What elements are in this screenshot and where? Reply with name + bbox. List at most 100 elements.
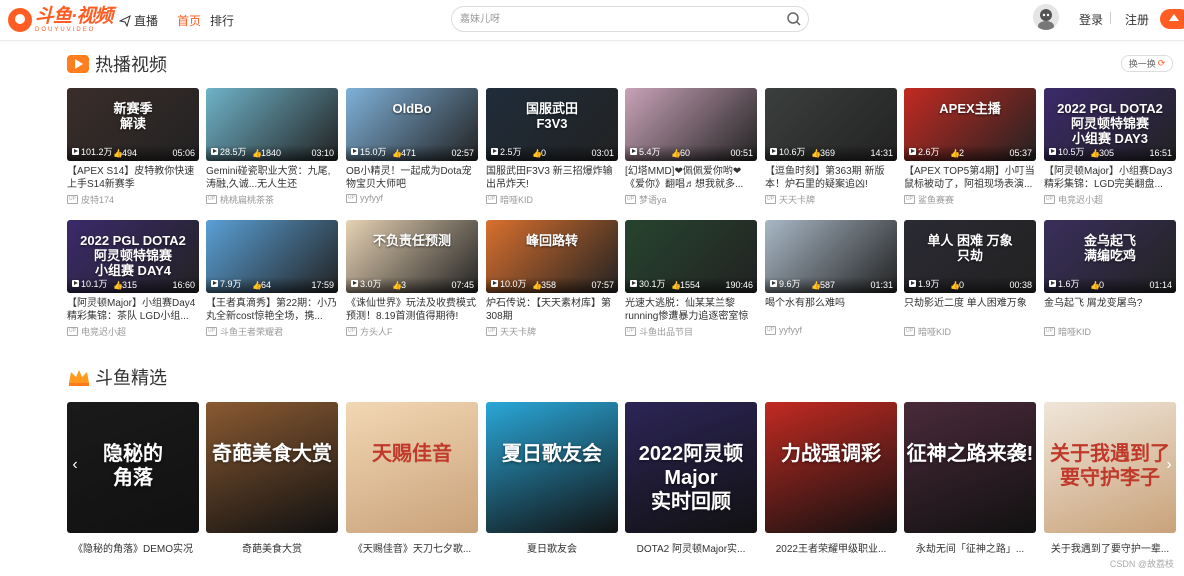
carousel-prev-arrow[interactable]: ‹ (68, 455, 82, 475)
video-author[interactable]: UP 鲨鱼赛赛 (904, 193, 1036, 206)
featured-card[interactable]: 关于我遇到了 要守护李子关于我遇到了要守护一辈... (1044, 402, 1176, 555)
user-avatar[interactable] (1033, 4, 1059, 30)
video-thumbnail[interactable]: 峰回路转 10.0万 👍 358 07:57 (486, 220, 618, 293)
featured-thumbnail[interactable]: 隐秘的 角落 (67, 402, 199, 533)
video-title[interactable]: 【王者真滴秀】第22期：小乃丸全新cost惊艳全场，携... (206, 297, 338, 323)
video-author[interactable]: UP 暗哑KID (1044, 325, 1176, 338)
video-card[interactable]: 5.4万 👍 60 00:51 [幻塔MMD]❤佩佩爱你哟❤《爱你》翻唱♬想我就多...… (625, 88, 757, 206)
featured-card[interactable]: 力战强调彩 2022王者荣耀甲级职业... (765, 402, 897, 555)
video-title[interactable]: 炉石传说：【天天素材库】第308期 (486, 297, 618, 323)
nav-home-link[interactable]: 首页 (177, 12, 201, 29)
video-author[interactable]: UP 斗鱼王者荣耀君 (206, 325, 338, 338)
featured-thumbnail[interactable]: 关于我遇到了 要守护李子 (1044, 402, 1176, 533)
video-thumbnail[interactable]: 7.9万 👍 64 17:59 (206, 220, 338, 293)
video-title[interactable]: 国服武田F3V3 新三招爆炸输出吊炸天! (486, 165, 618, 191)
video-thumbnail[interactable]: 28.5万 👍 1840 03:10 (206, 88, 338, 161)
video-title[interactable]: OB小精灵！一起成为Dota宠物宝贝大师吧 (346, 165, 478, 191)
video-title[interactable]: 【APEX S14】皮特教你快速上手S14新赛季 (67, 165, 199, 191)
video-title[interactable]: 【阿灵顿Major】小组赛Day4精彩集锦：茶队 LGD小组... (67, 297, 199, 323)
featured-title[interactable]: 《隐秘的角落》DEMO实况 (67, 540, 199, 555)
video-title[interactable]: 《诛仙世界》玩法及收费模式预测！8.19首测值得期待! (346, 297, 478, 323)
featured-card[interactable]: 奇葩美食大赏 奇葩美食大赏 (206, 402, 338, 555)
video-thumbnail[interactable]: 2022 PGL DOTA2 阿灵顿特锦赛 小组赛 DAY4 10.1万 👍 315 1… (67, 220, 199, 293)
video-author[interactable]: UP 电竞迟小超 (67, 325, 199, 338)
video-thumbnail[interactable]: 国服武田 F3V3 2.5万 👍 0 03:01 (486, 88, 618, 161)
video-thumbnail[interactable]: 9.6万 👍 587 01:31 (765, 220, 897, 293)
featured-title[interactable]: 《天赐佳音》天刀七夕歌... (346, 540, 478, 555)
featured-title[interactable]: 奇葩美食大赏 (206, 540, 338, 555)
video-author[interactable]: UP 桃桃扁桃茶茶 (206, 193, 338, 206)
video-thumbnail[interactable]: 单人 困难 万象 只劫 1.9万 👍 0 00:38 (904, 220, 1036, 293)
video-title[interactable]: [幻塔MMD]❤佩佩爱你哟❤《爱你》翻唱♬想我就多... (625, 165, 757, 191)
video-thumbnail[interactable]: 金乌起飞 满编吃鸡 1.6万 👍 0 01:14 (1044, 220, 1176, 293)
video-title[interactable]: 【阿灵顿Major】小组赛Day3精彩集锦：LGD完美翻盘... (1044, 165, 1176, 191)
featured-thumbnail[interactable]: 2022阿灵顿Major 实时回顾 (625, 402, 757, 533)
video-thumbnail[interactable]: 2022 PGL DOTA2 阿灵顿特锦赛 小组赛 DAY3 10.5万 👍 305 1… (1044, 88, 1176, 161)
featured-title[interactable]: 关于我遇到了要守护一辈... (1044, 540, 1176, 555)
video-card[interactable]: 金乌起飞 满编吃鸡 1.6万 👍 0 01:14 金乌起飞 屑龙变屠鸟? UP 暗哑KID (1044, 220, 1176, 338)
video-card[interactable]: 峰回路转 10.0万 👍 358 07:57 炉石传说：【天天素材库】第308期 UP 天天卡… (486, 220, 618, 338)
refresh-button[interactable]: 换一换 ⟳ (1121, 55, 1173, 72)
featured-title[interactable]: 2022王者荣耀甲级职业... (765, 540, 897, 555)
video-author[interactable]: UP 暗哑KID (904, 325, 1036, 338)
video-author[interactable]: UP 暗哑KID (486, 193, 618, 206)
video-card[interactable]: 9.6万 👍 587 01:31 喝个水有那么难吗 UP yyfyyf (765, 220, 897, 335)
video-card[interactable]: 7.9万 👍 64 17:59 【王者真滴秀】第22期：小乃丸全新cost惊艳全场，携.… (206, 220, 338, 338)
video-thumbnail[interactable]: 10.6万 👍 369 14:31 (765, 88, 897, 161)
video-card[interactable]: 28.5万 👍 1840 03:10 Gemini碰瓷职业大赏：九尾,涛融,久诚...无… (206, 88, 338, 206)
video-title[interactable]: 金乌起飞 屑龙变屠鸟? (1044, 297, 1176, 323)
video-author[interactable]: UP 皮特174 (67, 193, 199, 206)
video-title[interactable]: 喝个水有那么难吗 (765, 297, 897, 323)
video-author[interactable]: UP 梦语ya (625, 193, 757, 206)
video-card[interactable]: 单人 困难 万象 只劫 1.9万 👍 0 00:38 只劫影近二度 单人困难万象 UP 暗哑K… (904, 220, 1036, 338)
video-author[interactable]: UP 电竞迟小超 (1044, 193, 1176, 206)
video-card[interactable]: 不负责任预测 3.0万 👍 3 07:45 《诛仙世界》玩法及收费模式预测！8.19首测值… (346, 220, 478, 338)
video-author[interactable]: UP 斗鱼出品节目 (625, 325, 757, 338)
featured-thumbnail[interactable]: 力战强调彩 (765, 402, 897, 533)
search-input[interactable] (460, 10, 770, 28)
video-thumbnail[interactable]: 30.1万 👍 1554 190:46 (625, 220, 757, 293)
nav-live-link[interactable]: 直播 (119, 12, 158, 29)
search-icon[interactable] (786, 11, 802, 27)
register-link[interactable]: 注册 (1125, 11, 1149, 28)
featured-title[interactable]: 永劫无间「征神之路」... (904, 540, 1036, 555)
video-card[interactable]: 30.1万 👍 1554 190:46 光速大逃脱：仙某某兰黎running惨遭暴力追逐… (625, 220, 757, 338)
video-card[interactable]: 2022 PGL DOTA2 阿灵顿特锦赛 小组赛 DAY4 10.1万 👍 315 1… (67, 220, 199, 338)
login-link[interactable]: 登录 (1079, 11, 1103, 28)
featured-card[interactable]: 2022阿灵顿Major 实时回顾 DOTA2 阿灵顿Major实... (625, 402, 757, 555)
upload-button[interactable] (1160, 9, 1184, 29)
featured-card[interactable]: 夏日歌友会 夏日歌友会 (486, 402, 618, 555)
featured-card[interactable]: 征神之路来袭! 永劫无间「征神之路」... (904, 402, 1036, 555)
video-thumbnail[interactable]: OldBo 15.0万 👍 471 02:57 (346, 88, 478, 161)
featured-card[interactable]: 天赐佳音《天赐佳音》天刀七夕歌... (346, 402, 478, 555)
nav-rank-link[interactable]: 排行 (210, 12, 234, 29)
featured-thumbnail[interactable]: 奇葩美食大赏 (206, 402, 338, 533)
video-card[interactable]: OldBo 15.0万 👍 471 02:57 OB小精灵！一起成为Dota宠物宝贝大师吧… (346, 88, 478, 203)
video-card[interactable]: 新赛季 解读 101.2万 👍 494 05:06 【APEX S14】皮特教你快速上手S… (67, 88, 199, 206)
video-thumbnail[interactable]: 5.4万 👍 60 00:51 (625, 88, 757, 161)
featured-card[interactable]: 隐秘的 角落《隐秘的角落》DEMO实况 (67, 402, 199, 555)
video-card[interactable]: 10.6万 👍 369 14:31 【逗鱼时刻】第363期 新版本！炉石里的疑案追凶! U… (765, 88, 897, 206)
video-title[interactable]: 只劫影近二度 单人困难万象 (904, 297, 1036, 323)
featured-title[interactable]: DOTA2 阿灵顿Major实... (625, 540, 757, 555)
video-author[interactable]: UP yyfyyf (346, 193, 478, 203)
video-card[interactable]: 2022 PGL DOTA2 阿灵顿特锦赛 小组赛 DAY3 10.5万 👍 305 1… (1044, 88, 1176, 206)
featured-thumbnail[interactable]: 征神之路来袭! (904, 402, 1036, 533)
video-author[interactable]: UP 天天卡牌 (486, 325, 618, 338)
video-thumbnail[interactable]: APEX主播 2.6万 👍 2 05:37 (904, 88, 1036, 161)
featured-title[interactable]: 夏日歌友会 (486, 540, 618, 555)
video-title[interactable]: 【APEX TOP5第4期】小叮当鼠标被动了，阿祖现场表演... (904, 165, 1036, 191)
douyu-video-logo[interactable]: 斗鱼·视频 DOUYUVIDEO (8, 6, 113, 34)
video-author[interactable]: UP 方头人F (346, 325, 478, 338)
video-author[interactable]: UP 天天卡牌 (765, 193, 897, 206)
video-thumbnail[interactable]: 新赛季 解读 101.2万 👍 494 05:06 (67, 88, 199, 161)
video-thumbnail[interactable]: 不负责任预测 3.0万 👍 3 07:45 (346, 220, 478, 293)
video-card[interactable]: 国服武田 F3V3 2.5万 👍 0 03:01 国服武田F3V3 新三招爆炸输出吊炸天!… (486, 88, 618, 206)
video-title[interactable]: Gemini碰瓷职业大赏：九尾,涛融,久诚...无人生还 (206, 165, 338, 191)
carousel-next-arrow[interactable]: › (1162, 455, 1176, 475)
featured-thumbnail[interactable]: 夏日歌友会 (486, 402, 618, 533)
video-author[interactable]: UP yyfyyf (765, 325, 897, 335)
featured-thumbnail[interactable]: 天赐佳音 (346, 402, 478, 533)
video-card[interactable]: APEX主播 2.6万 👍 2 05:37 【APEX TOP5第4期】小叮当鼠标被动了，… (904, 88, 1036, 206)
video-title[interactable]: 【逗鱼时刻】第363期 新版本！炉石里的疑案追凶! (765, 165, 897, 191)
